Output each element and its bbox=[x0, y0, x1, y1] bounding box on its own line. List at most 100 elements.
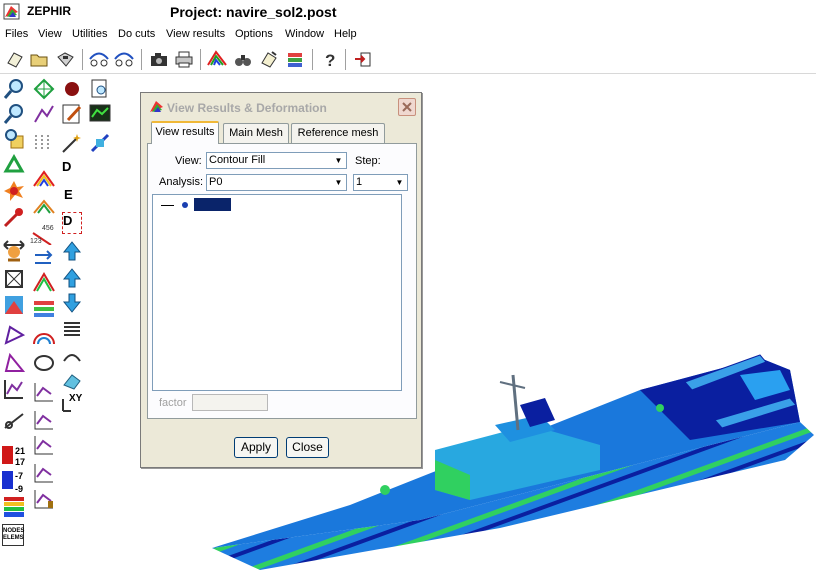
graph-icon-2[interactable] bbox=[32, 408, 56, 432]
legend-red-swatch bbox=[2, 446, 13, 464]
graph-xy-icon[interactable] bbox=[2, 377, 26, 401]
legend-value-3: -7 bbox=[15, 471, 24, 481]
contour-cube-icon[interactable] bbox=[2, 293, 26, 317]
step-label: Step: bbox=[355, 155, 381, 167]
d-box-icon[interactable]: D bbox=[62, 212, 82, 234]
tab-reference-mesh[interactable]: Reference mesh bbox=[291, 123, 385, 143]
e-marker-label: E bbox=[64, 187, 73, 202]
notes-icon[interactable] bbox=[258, 49, 280, 70]
graph-icon-1[interactable] bbox=[32, 380, 56, 404]
new-file-icon[interactable] bbox=[4, 49, 26, 70]
legend-value-2: 17 bbox=[15, 457, 26, 467]
nodes-elems-button[interactable]: NODES ELEMS bbox=[2, 524, 24, 546]
eraser-icon[interactable] bbox=[60, 369, 84, 393]
arrow-up-icon[interactable] bbox=[60, 239, 84, 263]
rainbow-icon[interactable] bbox=[206, 49, 228, 70]
ship-contour-model[interactable] bbox=[200, 330, 816, 579]
rainbow-arc-icon[interactable] bbox=[32, 168, 56, 192]
link-tool-icon[interactable] bbox=[88, 131, 112, 155]
wire-shape-icon[interactable] bbox=[2, 323, 26, 347]
rainbow-small-icon[interactable] bbox=[32, 195, 56, 219]
help-icon[interactable]: ? bbox=[318, 49, 340, 70]
menu-view[interactable]: View bbox=[38, 28, 62, 40]
arrow-down-icon[interactable] bbox=[60, 291, 84, 315]
plot-curve-icon[interactable] bbox=[32, 102, 56, 126]
cut-icon[interactable] bbox=[2, 408, 26, 432]
e-marker-icon[interactable]: E bbox=[64, 187, 84, 209]
nodes-label: NODES bbox=[3, 528, 25, 534]
save-disk-icon[interactable] bbox=[54, 49, 76, 70]
menu-view-results[interactable]: View results bbox=[166, 28, 225, 40]
menu-do-cuts[interactable]: Do cuts bbox=[118, 28, 155, 40]
mesh-link-icon[interactable] bbox=[88, 49, 110, 70]
menu-options[interactable]: Options bbox=[235, 28, 273, 40]
tab-view-results[interactable]: View results bbox=[151, 121, 219, 144]
wire-cylinder-icon[interactable] bbox=[32, 351, 56, 375]
arrow-flow-icon[interactable] bbox=[32, 247, 56, 271]
title-bar: ZEPHIR Project: navire_sol2.post bbox=[0, 0, 816, 24]
toolbar-separator bbox=[141, 49, 143, 70]
zoom-in-icon[interactable] bbox=[2, 77, 26, 101]
layers-icon[interactable] bbox=[284, 49, 306, 70]
step-select[interactable]: 1 ▼ bbox=[353, 174, 408, 191]
zoom-window-icon[interactable] bbox=[2, 127, 26, 151]
grid-line-icon[interactable] bbox=[32, 131, 56, 155]
person-icon[interactable] bbox=[2, 238, 26, 262]
toolbar-separator bbox=[82, 49, 84, 70]
numbers-icon[interactable]: 123456 bbox=[30, 221, 54, 245]
binoculars-icon[interactable] bbox=[232, 49, 254, 70]
dialog-close-button[interactable] bbox=[398, 98, 416, 116]
menu-window[interactable]: Window bbox=[285, 28, 324, 40]
menu-help[interactable]: Help bbox=[334, 28, 357, 40]
graph-icon-4[interactable] bbox=[32, 461, 56, 485]
view-label: View: bbox=[175, 155, 202, 167]
d-marker-icon[interactable]: D bbox=[62, 159, 82, 181]
menu-utilities[interactable]: Utilities bbox=[72, 28, 107, 40]
tree-branch-line bbox=[161, 205, 174, 206]
menu-files[interactable]: Files bbox=[5, 28, 28, 40]
stripes-icon[interactable] bbox=[32, 297, 56, 321]
color-bar-icon[interactable] bbox=[2, 495, 26, 519]
recycle-icon[interactable] bbox=[2, 154, 26, 178]
monitor-graph-icon[interactable] bbox=[88, 102, 112, 126]
xy-axis-button[interactable]: XY bbox=[60, 393, 86, 415]
dialog-title-bar[interactable]: View Results & Deformation bbox=[141, 93, 421, 121]
lines-icon[interactable] bbox=[60, 317, 84, 341]
exit-icon[interactable] bbox=[352, 49, 374, 70]
view-select[interactable]: Contour Fill ▼ bbox=[206, 152, 347, 169]
tree-node-icon bbox=[182, 202, 188, 208]
chevron-down-icon: ▼ bbox=[334, 178, 343, 187]
zoom-out-icon[interactable] bbox=[2, 102, 26, 126]
edit-notepad-icon[interactable] bbox=[60, 102, 84, 126]
elems-label: ELEMS bbox=[3, 535, 24, 541]
graph-icon-5[interactable] bbox=[32, 487, 56, 511]
app-logo-icon bbox=[3, 3, 20, 20]
rotate-axis-icon[interactable] bbox=[60, 343, 84, 367]
rainbow-band-icon[interactable] bbox=[32, 271, 56, 295]
print-icon[interactable] bbox=[173, 49, 195, 70]
app-name: ZEPHIR bbox=[27, 4, 72, 18]
analysis-select[interactable]: P0 ▼ bbox=[206, 174, 347, 191]
triangle-icon[interactable] bbox=[2, 351, 26, 375]
probe-icon[interactable] bbox=[2, 205, 26, 229]
record-icon[interactable] bbox=[60, 77, 84, 101]
dialog-app-icon bbox=[150, 101, 163, 112]
d-box-label: D bbox=[63, 213, 73, 228]
rainbow-arch-icon[interactable] bbox=[32, 324, 56, 348]
camera-icon[interactable] bbox=[148, 49, 170, 70]
magic-wand-icon[interactable] bbox=[60, 131, 84, 155]
open-folder-icon[interactable] bbox=[28, 49, 50, 70]
box-view-icon[interactable] bbox=[2, 267, 26, 291]
svg-text:?: ? bbox=[325, 51, 335, 70]
search-doc-icon[interactable] bbox=[88, 77, 112, 101]
analysis-label: Analysis: bbox=[159, 176, 204, 188]
tab-main-mesh[interactable]: Main Mesh bbox=[223, 123, 289, 143]
mesh-unlink-icon[interactable] bbox=[113, 49, 135, 70]
tree-selected-item[interactable] bbox=[194, 198, 231, 211]
ship-gun-turret bbox=[380, 485, 390, 495]
graph-icon-3[interactable] bbox=[32, 433, 56, 457]
mesh-green-icon[interactable] bbox=[32, 77, 56, 101]
arrow-up-2-icon[interactable] bbox=[60, 266, 84, 290]
tool-palette: 21 17 -7 -9 NODES ELEMS 123 456 D E D XY bbox=[0, 75, 112, 579]
explode-icon[interactable] bbox=[2, 179, 26, 203]
